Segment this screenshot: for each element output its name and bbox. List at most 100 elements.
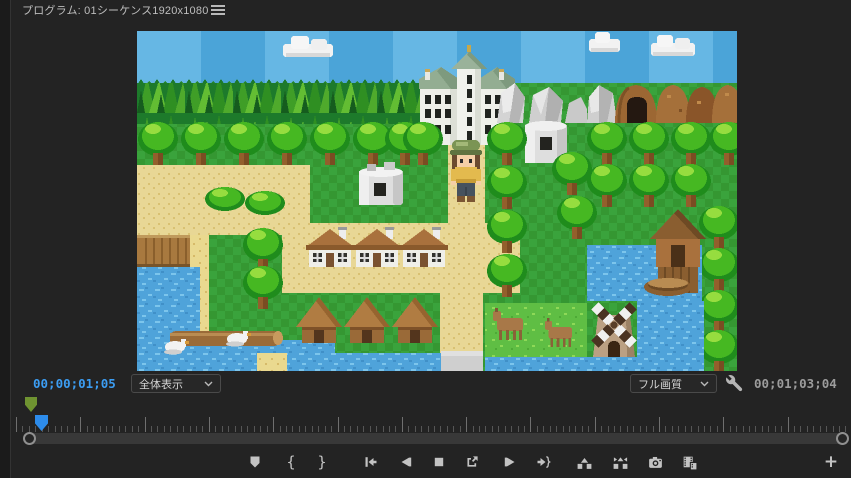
ruler-tick <box>434 426 435 432</box>
playback-quality-dropdown[interactable]: フル画質 <box>630 374 717 393</box>
timeline-zoom-scrollbar[interactable] <box>29 433 843 444</box>
ruler-tick <box>254 426 255 432</box>
ruler-tick <box>839 426 840 432</box>
ruler-tick <box>363 426 364 432</box>
ruler-tick <box>157 426 158 432</box>
ruler-tick <box>376 426 377 432</box>
ruler-tick <box>35 426 36 432</box>
ruler-tick <box>807 426 808 432</box>
autumn-trees <box>656 85 737 123</box>
extract-button[interactable] <box>607 449 633 475</box>
ruler-tick <box>550 426 551 432</box>
go-to-in-icon <box>363 454 379 470</box>
mark-out-button[interactable]: } <box>309 449 335 475</box>
ruler-tick <box>357 426 358 432</box>
ruler-tick <box>530 417 531 432</box>
ruler-tick <box>280 426 281 432</box>
panel-left-edge <box>0 0 11 478</box>
ruler-tick <box>755 426 756 432</box>
wrench-icon <box>725 374 743 392</box>
fit-dropdown-value: 全体表示 <box>139 376 196 392</box>
ruler-tick <box>563 426 564 432</box>
ruler-tick <box>415 426 416 432</box>
timeline-ruler[interactable] <box>0 415 851 433</box>
ruler-tick <box>453 426 454 432</box>
ruler-tick <box>575 426 576 432</box>
zoom-handle-left[interactable] <box>23 432 36 445</box>
ruler-tick <box>383 426 384 432</box>
mark-out-icon: } <box>317 455 327 470</box>
ruler-tick <box>215 426 216 432</box>
ruler-tick <box>447 426 448 432</box>
program-monitor-viewport[interactable] <box>137 31 737 371</box>
ruler-tick <box>100 426 101 432</box>
ruler-tick <box>235 426 236 432</box>
ruler-tick <box>395 426 396 432</box>
ruler-tick <box>601 426 602 432</box>
ruler-tick <box>305 426 306 432</box>
step-back-button[interactable] <box>393 449 419 475</box>
ruler-tick <box>48 426 49 432</box>
current-timecode[interactable]: 00;00;01;05 <box>33 376 116 391</box>
ruler-tick <box>112 426 113 432</box>
fit-dropdown[interactable]: 全体表示 <box>131 374 221 393</box>
box-arrow-icon <box>464 454 480 470</box>
video-frame-scene <box>137 31 737 371</box>
ruler-tick <box>151 426 152 432</box>
add-marker-button[interactable] <box>242 449 268 475</box>
ruler-tick <box>267 426 268 432</box>
ruler-tick <box>730 426 731 432</box>
ruler-tick <box>833 426 834 432</box>
ruler-tick <box>138 426 139 432</box>
button-editor-button[interactable]: + <box>818 449 844 475</box>
comparison-view-button[interactable] <box>676 449 702 475</box>
export-button[interactable] <box>459 449 485 475</box>
zoom-handle-right[interactable] <box>836 432 849 445</box>
ruler-tick <box>582 426 583 432</box>
lift-button[interactable] <box>571 449 597 475</box>
go-to-out-button[interactable] <box>530 449 556 475</box>
go-to-in-button[interactable] <box>358 449 384 475</box>
ruler-tick <box>678 426 679 432</box>
timeline-marker[interactable] <box>25 397 37 412</box>
ruler-tick <box>505 426 506 432</box>
ruler-tick <box>569 426 570 432</box>
monitor-settings-button[interactable] <box>725 374 745 394</box>
stone-tower-left <box>359 162 403 205</box>
program-monitor-panel: プログラム: 01シーケンス1920x1080 <box>0 0 851 478</box>
mark-in-button[interactable]: { <box>278 449 304 475</box>
ruler-tick <box>813 426 814 432</box>
ruler-tick <box>460 426 461 432</box>
ruler-tick <box>228 426 229 432</box>
ruler-tick <box>749 426 750 432</box>
ruler-tick <box>518 426 519 432</box>
total-duration-timecode: 00;01;03;04 <box>754 376 837 391</box>
ruler-tick <box>845 426 846 432</box>
ruler-tick <box>595 417 596 432</box>
ruler-tick <box>485 426 486 432</box>
ruler-tick <box>428 426 429 432</box>
ruler-tick <box>492 426 493 432</box>
ruler-tick <box>273 417 274 432</box>
ruler-tick <box>74 426 75 432</box>
play-stop-button[interactable] <box>426 449 452 475</box>
ruler-tick <box>61 426 62 432</box>
ruler-tick <box>768 426 769 432</box>
step-forward-button[interactable] <box>497 449 523 475</box>
plus-icon: + <box>824 454 838 471</box>
ruler-tick <box>672 426 673 432</box>
ruler-tick <box>170 426 171 432</box>
ruler-tick <box>614 426 615 432</box>
chevron-down-icon <box>700 381 709 387</box>
ruler-tick <box>717 426 718 432</box>
export-frame-button[interactable] <box>642 449 668 475</box>
ruler-tick <box>653 426 654 432</box>
ruler-tick <box>209 417 210 432</box>
panel-menu-button[interactable] <box>211 4 225 15</box>
ruler-tick <box>659 417 660 432</box>
ruler-tick <box>723 417 724 432</box>
ruler-tick <box>710 426 711 432</box>
camera-icon <box>647 454 664 471</box>
ruler-tick <box>524 426 525 432</box>
ruler-tick <box>80 417 81 432</box>
